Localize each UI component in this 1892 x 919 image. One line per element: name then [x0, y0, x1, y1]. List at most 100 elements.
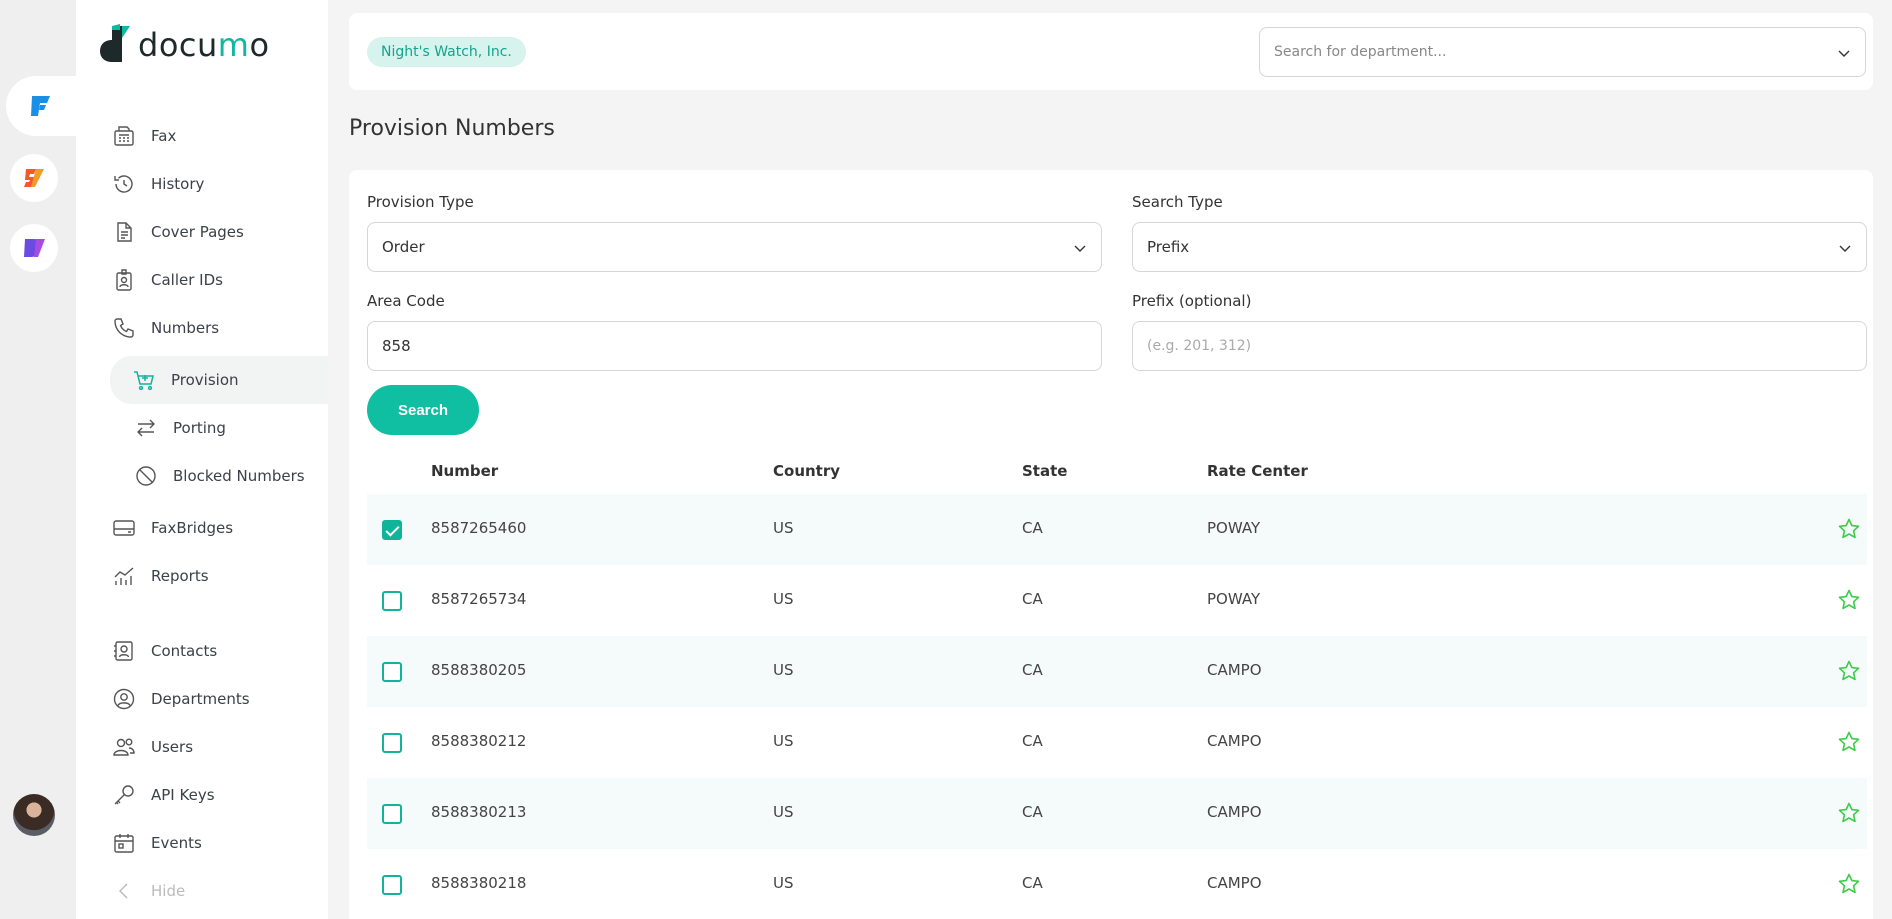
chevron-down-icon [1838, 50, 1850, 57]
star-icon[interactable] [1837, 517, 1861, 541]
chevron-down-icon [1839, 245, 1851, 252]
sidebar-item-contacts[interactable]: Contacts [90, 631, 326, 671]
documo-fax-app-icon [31, 96, 50, 116]
cell-rate-center: CAMPO [1207, 803, 1262, 821]
header-bar: Night's Watch, Inc. Search for departmen… [349, 13, 1873, 90]
sidebar-item-label: FaxBridges [151, 519, 234, 537]
documo-docs-app-icon [24, 239, 45, 257]
phone-icon [114, 318, 134, 338]
table-row[interactable]: 8588380218 US CA CAMPO [367, 849, 1867, 919]
history-icon [114, 175, 133, 193]
star-icon[interactable] [1837, 872, 1861, 896]
cell-country: US [773, 590, 794, 608]
area-code-label: Area Code [367, 292, 445, 310]
app-fax-switch[interactable] [6, 76, 76, 136]
sidebar-item-label: Events [151, 834, 202, 852]
table-row[interactable]: 8588380205 US CA CAMPO [367, 636, 1867, 707]
sidebar-item-events[interactable]: Events [90, 823, 326, 863]
cell-country: US [773, 874, 794, 892]
sidebar-item-api-keys[interactable]: API Keys [90, 775, 326, 815]
cell-state: CA [1022, 874, 1043, 892]
area-code-input[interactable]: 858 [367, 321, 1102, 371]
sidebar-hide-button[interactable]: Hide [90, 871, 326, 911]
fax-icon [114, 126, 134, 146]
sidebar-item-provision[interactable]: Provision [110, 356, 328, 404]
prefix-input[interactable]: (e.g. 201, 312) [1132, 321, 1867, 371]
cell-state: CA [1022, 590, 1043, 608]
sidebar-item-blocked-numbers[interactable]: Blocked Numbers [90, 456, 326, 496]
row-checkbox[interactable] [382, 804, 402, 824]
table-row[interactable]: 8588380213 US CA CAMPO [367, 778, 1867, 849]
sidebar-item-label: Departments [151, 690, 250, 708]
sidebar-item-fax[interactable]: Fax [90, 116, 326, 156]
cell-rate-center: CAMPO [1207, 874, 1262, 892]
row-checkbox[interactable] [382, 733, 402, 753]
sidebar-item-reports[interactable]: Reports [90, 556, 326, 596]
star-icon[interactable] [1837, 730, 1861, 754]
sidebar-item-label: Provision [171, 371, 239, 389]
cell-country: US [773, 732, 794, 750]
sidebar-item-caller-ids[interactable]: Caller IDs [90, 260, 326, 300]
sidebar-item-faxbridges[interactable]: FaxBridges [90, 508, 326, 548]
swap-icon [137, 419, 155, 437]
table-row[interactable]: 8587265460 US CA POWAY [367, 494, 1867, 565]
sidebar-item-porting[interactable]: Porting [90, 408, 326, 448]
sidebar-item-label: API Keys [151, 786, 215, 804]
column-header-state[interactable]: State [1022, 462, 1067, 480]
document-icon [117, 222, 132, 242]
row-checkbox[interactable] [382, 520, 402, 540]
star-icon[interactable] [1837, 801, 1861, 825]
search-type-select[interactable]: Prefix [1132, 222, 1867, 272]
row-checkbox[interactable] [382, 662, 402, 682]
sidebar-item-users[interactable]: Users [90, 727, 326, 767]
row-checkbox[interactable] [382, 875, 402, 895]
cell-number: 8588380218 [431, 874, 527, 892]
column-header-country[interactable]: Country [773, 462, 840, 480]
sidebar-item-cover-pages[interactable]: Cover Pages [90, 212, 326, 252]
sidebar-item-label: Cover Pages [151, 223, 244, 241]
avatar[interactable] [13, 794, 55, 836]
card-icon [113, 520, 135, 536]
cell-country: US [773, 519, 794, 537]
sidebar-item-label: Numbers [151, 319, 220, 337]
provision-form-card: Provision Type Order Search Type Prefix … [349, 170, 1873, 919]
contact-icon [114, 641, 133, 661]
sidebar-item-label: Blocked Numbers [173, 467, 305, 485]
cell-state: CA [1022, 803, 1043, 821]
blocked-icon [136, 466, 156, 486]
cell-rate-center: POWAY [1207, 590, 1261, 608]
column-header-rate-center[interactable]: Rate Center [1207, 462, 1308, 480]
provision-type-select[interactable]: Order [367, 222, 1102, 272]
org-badge[interactable]: Night's Watch, Inc. [367, 37, 526, 67]
cell-state: CA [1022, 732, 1043, 750]
cell-number: 8588380213 [431, 803, 527, 821]
documo-logo[interactable]: documo [98, 24, 270, 66]
sidebar: documo Fax History Cover Pages Caller ID… [76, 0, 328, 919]
calendar-icon [114, 834, 134, 853]
chevron-left-icon [119, 883, 128, 899]
app-sign-switch[interactable] [10, 154, 58, 202]
page-title: Provision Numbers [349, 116, 555, 141]
star-icon[interactable] [1837, 659, 1861, 683]
prefix-label: Prefix (optional) [1132, 292, 1252, 310]
sidebar-item-history[interactable]: History [90, 164, 326, 204]
sidebar-item-label: History [151, 175, 205, 193]
star-icon[interactable] [1837, 588, 1861, 612]
cell-rate-center: CAMPO [1207, 661, 1262, 679]
column-header-number[interactable]: Number [431, 462, 498, 480]
documo-sign-app-icon [24, 169, 44, 187]
department-search-select[interactable]: Search for department... [1259, 27, 1866, 77]
sidebar-item-numbers[interactable]: Numbers [90, 308, 326, 348]
cell-rate-center: POWAY [1207, 519, 1261, 537]
sidebar-item-departments[interactable]: Departments [90, 679, 326, 719]
sidebar-item-label: Contacts [151, 642, 218, 660]
search-button[interactable]: Search [367, 385, 479, 435]
cell-state: CA [1022, 661, 1043, 679]
table-row[interactable]: 8587265734 US CA POWAY [367, 565, 1867, 636]
table-row[interactable]: 8588380212 US CA CAMPO [367, 707, 1867, 778]
badge-icon [116, 269, 132, 291]
key-icon [114, 785, 134, 805]
search-type-label: Search Type [1132, 193, 1223, 211]
row-checkbox[interactable] [382, 591, 402, 611]
app-docs-switch[interactable] [10, 224, 58, 272]
